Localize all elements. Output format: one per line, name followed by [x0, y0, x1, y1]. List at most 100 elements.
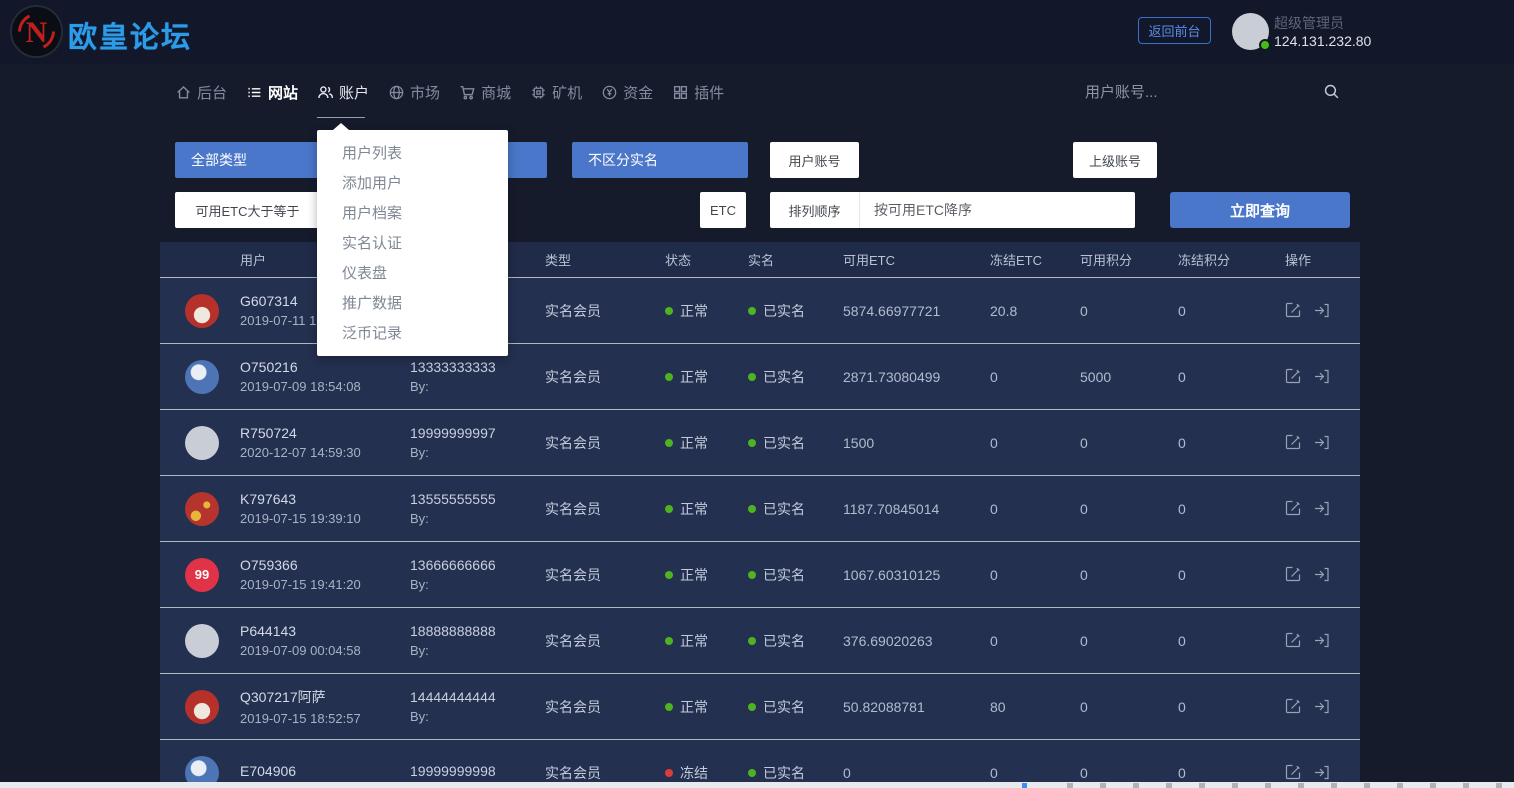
grid-icon — [672, 84, 689, 101]
edit-icon[interactable] — [1285, 698, 1302, 715]
home-icon — [175, 84, 192, 101]
edit-icon[interactable] — [1285, 632, 1302, 649]
referrer: By: — [410, 709, 545, 724]
status-text: 正常 — [680, 301, 708, 321]
register-date: 2019-07-09 18:54:08 — [240, 379, 410, 394]
available-etc: 1500 — [843, 435, 990, 451]
dropdown-item-add-user[interactable]: 添加用户 — [317, 169, 508, 199]
dropdown-item-fanbi-records[interactable]: 泛币记录 — [317, 319, 508, 349]
frozen-points: 0 — [1178, 765, 1285, 781]
sort-select[interactable]: 按可用ETC降序 — [860, 192, 1135, 228]
nav-item-mall[interactable]: 商城 — [459, 64, 511, 120]
edit-icon[interactable] — [1285, 500, 1302, 517]
available-etc: 2871.73080499 — [843, 369, 990, 385]
back-to-front-button[interactable]: 返回前台 — [1138, 17, 1211, 44]
frozen-points: 0 — [1178, 369, 1285, 385]
realname-dot — [748, 703, 756, 711]
frozen-etc: 80 — [990, 699, 1080, 715]
phone: 13666666666 — [410, 557, 545, 573]
edit-icon[interactable] — [1285, 764, 1302, 781]
realname-dot — [748, 505, 756, 513]
status-dot — [665, 307, 673, 315]
username: R750724 — [240, 425, 410, 441]
query-button[interactable]: 立即查询 — [1170, 192, 1350, 228]
login-icon[interactable] — [1313, 632, 1330, 649]
login-icon[interactable] — [1313, 368, 1330, 385]
status-dot — [665, 637, 673, 645]
user-avatar[interactable]: 99 — [185, 558, 219, 592]
edit-icon[interactable] — [1285, 434, 1302, 451]
user-avatar[interactable] — [185, 624, 219, 658]
frozen-points: 0 — [1178, 435, 1285, 451]
user-avatar[interactable] — [185, 294, 219, 328]
register-date: 2020-12-07 14:59:30 — [240, 445, 410, 460]
realname-select[interactable]: 不区分实名 — [572, 142, 748, 178]
register-date: 2019-07-09 00:04:58 — [240, 643, 410, 658]
admin-avatar[interactable] — [1232, 13, 1269, 50]
dropdown-item-realname-verify[interactable]: 实名认证 — [317, 229, 508, 259]
users-icon — [317, 84, 334, 101]
member-type: 实名会员 — [545, 565, 665, 585]
column-header: 状态 — [665, 250, 748, 269]
parent-account-label: 上级账号 — [1073, 142, 1157, 178]
realname-text: 已实名 — [763, 301, 805, 321]
user-account-label: 用户账号 — [770, 142, 859, 178]
login-icon[interactable] — [1313, 764, 1330, 781]
realname-dot — [748, 571, 756, 579]
dropdown-item-promo-data[interactable]: 推广数据 — [317, 289, 508, 319]
available-points: 0 — [1080, 501, 1178, 517]
nav-item-label: 市场 — [410, 82, 440, 103]
login-icon[interactable] — [1313, 500, 1330, 517]
referrer: By: — [410, 379, 545, 394]
nav-item-miner[interactable]: 矿机 — [530, 64, 582, 120]
user-avatar[interactable] — [185, 492, 219, 526]
member-type: 实名会员 — [545, 301, 665, 321]
status-text: 正常 — [680, 565, 708, 585]
status-dot — [665, 703, 673, 711]
user-avatar[interactable] — [185, 690, 219, 724]
nav-item-plugins[interactable]: 插件 — [672, 64, 724, 120]
available-points: 0 — [1080, 765, 1178, 781]
nav-item-funds[interactable]: 资金 — [601, 64, 653, 120]
table-row: K7976432019-07-15 19:39:1013555555555By:… — [160, 476, 1360, 542]
login-icon[interactable] — [1313, 302, 1330, 319]
available-etc: 0 — [843, 765, 990, 781]
username: E704906 — [240, 763, 410, 779]
frozen-points: 0 — [1178, 633, 1285, 649]
status-dot — [665, 439, 673, 447]
login-icon[interactable] — [1313, 698, 1330, 715]
nav-item-site[interactable]: 网站 — [246, 64, 298, 120]
frozen-etc: 0 — [990, 435, 1080, 451]
column-header: 类型 — [545, 250, 665, 269]
edit-icon[interactable] — [1285, 302, 1302, 319]
nav-item-label: 账户 — [339, 82, 369, 103]
dropdown-item-user-list[interactable]: 用户列表 — [317, 139, 508, 169]
dropdown-item-dashboard[interactable]: 仪表盘 — [317, 259, 508, 289]
taskbar-icon — [1022, 783, 1027, 788]
sort-group: 排列顺序 按可用ETC降序 — [770, 192, 1135, 228]
available-points: 0 — [1080, 699, 1178, 715]
username: Q307217阿萨 — [240, 687, 410, 707]
realname-dot — [748, 439, 756, 447]
nav-item-market[interactable]: 市场 — [388, 64, 440, 120]
user-avatar[interactable] — [185, 426, 219, 460]
username: K797643 — [240, 491, 410, 507]
login-icon[interactable] — [1313, 566, 1330, 583]
login-icon[interactable] — [1313, 434, 1330, 451]
table-row: E70490619999999998实名会员冻结已实名0000 — [160, 740, 1360, 788]
search-icon[interactable] — [1323, 83, 1340, 100]
nav-search-input[interactable] — [1085, 78, 1310, 106]
member-type: 实名会员 — [545, 433, 665, 453]
member-type: 实名会员 — [545, 763, 665, 783]
dropdown-item-user-archive[interactable]: 用户档案 — [317, 199, 508, 229]
user-avatar[interactable] — [185, 360, 219, 394]
edit-icon[interactable] — [1285, 566, 1302, 583]
column-header: 冻结ETC — [990, 250, 1080, 269]
available-points: 0 — [1080, 633, 1178, 649]
available-etc: 1067.60310125 — [843, 567, 990, 583]
register-date: 2019-07-15 19:39:10 — [240, 511, 410, 526]
nav-item-admin[interactable]: 后台 — [175, 64, 227, 120]
nav-item-account[interactable]: 账户 — [317, 64, 369, 120]
edit-icon[interactable] — [1285, 368, 1302, 385]
status-text: 正常 — [680, 631, 708, 651]
